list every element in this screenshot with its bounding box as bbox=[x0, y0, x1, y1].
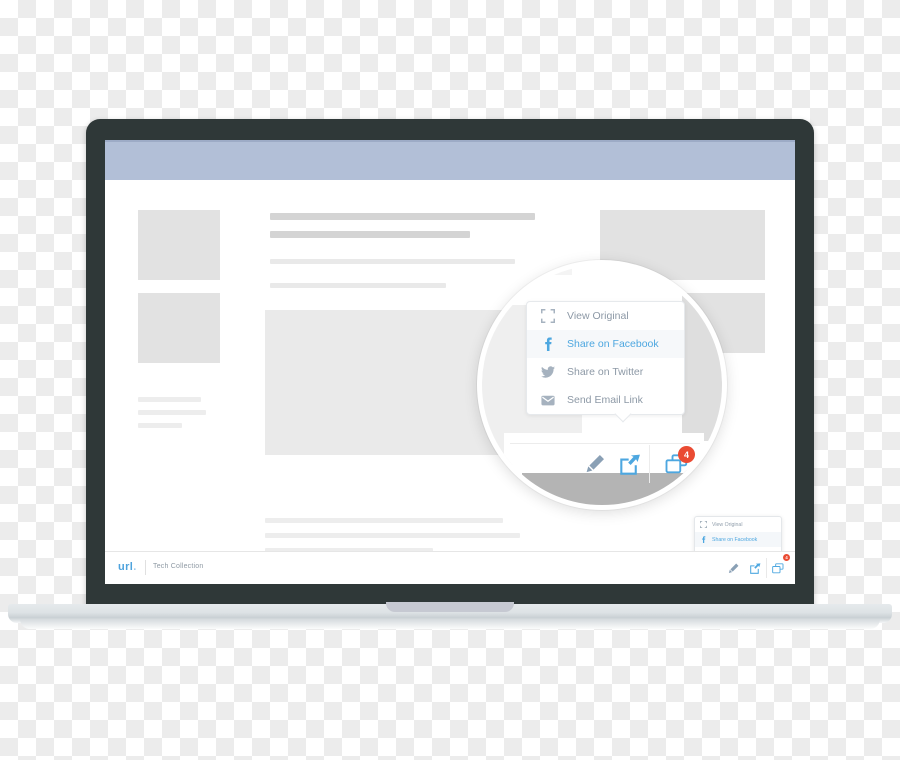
edit-pencil-icon bbox=[586, 455, 604, 473]
title-line-1 bbox=[270, 213, 535, 220]
body-line-2 bbox=[270, 283, 446, 288]
brand-logo-text: url bbox=[118, 561, 134, 573]
caption-line-3 bbox=[138, 423, 182, 428]
menu-item-send-email[interactable]: Send Email Link bbox=[527, 386, 684, 414]
magnified-line-fragment bbox=[482, 265, 572, 275]
laptop-mockup: View Original Share on Facebook Share on… bbox=[0, 100, 900, 645]
envelope-icon bbox=[540, 393, 555, 408]
page-status-bar: url. Tech Collection 4 bbox=[105, 551, 795, 584]
laptop-base-notch bbox=[386, 602, 514, 612]
collection-count-badge: 4 bbox=[678, 446, 695, 463]
footer-line-1 bbox=[265, 518, 503, 523]
share-button[interactable] bbox=[617, 451, 643, 477]
expand-icon bbox=[700, 521, 707, 528]
twitter-icon bbox=[540, 365, 555, 380]
collection-button[interactable]: 4 bbox=[663, 446, 695, 477]
status-bar-tools: 4 bbox=[722, 552, 790, 584]
menu-item-share-facebook[interactable]: Share on Facebook bbox=[527, 330, 684, 358]
laptop-base-front bbox=[20, 619, 880, 629]
menu-item-label: View Original bbox=[567, 310, 629, 322]
share-button[interactable] bbox=[744, 552, 766, 584]
magnifier-zoom-bubble: View Original Share on Facebook Share on… bbox=[477, 260, 727, 510]
expand-icon bbox=[540, 309, 555, 324]
magnifier-content: View Original Share on Facebook Share on… bbox=[482, 265, 722, 505]
menu-item-label: Send Email Link bbox=[567, 394, 643, 406]
menu-item-label: View Original bbox=[712, 521, 743, 528]
share-icon bbox=[619, 454, 640, 475]
menu-item-label: Share on Facebook bbox=[567, 338, 659, 350]
collection-icon bbox=[772, 562, 784, 573]
menu-item-view-original[interactable]: View Original bbox=[695, 517, 781, 532]
collection-button[interactable]: 4 bbox=[767, 552, 790, 584]
magnified-toolbar: 4 bbox=[510, 443, 700, 483]
toolbar-separator bbox=[649, 445, 650, 483]
share-menu-magnified[interactable]: View Original Share on Facebook Share on… bbox=[526, 301, 685, 423]
caption-line-2 bbox=[138, 410, 206, 415]
facebook-icon bbox=[540, 337, 555, 352]
edit-button[interactable] bbox=[582, 451, 608, 477]
menu-item-share-facebook[interactable]: Share on Facebook bbox=[695, 532, 781, 547]
menu-item-label: Share on Facebook bbox=[712, 536, 758, 543]
body-line-1 bbox=[270, 259, 515, 264]
footer-line-2 bbox=[265, 533, 520, 538]
toolbar-top-rule bbox=[510, 443, 700, 444]
title-line-2 bbox=[270, 231, 470, 238]
collection-count-badge: 4 bbox=[783, 554, 790, 561]
edit-pencil-icon bbox=[728, 563, 738, 573]
menu-item-label: Share on Twitter bbox=[567, 366, 644, 378]
collection-name: Tech Collection bbox=[153, 563, 204, 570]
thumbnail-placeholder-2 bbox=[138, 293, 220, 363]
share-icon bbox=[749, 562, 760, 574]
menu-item-share-twitter[interactable]: Share on Twitter bbox=[527, 358, 684, 386]
facebook-icon bbox=[700, 536, 707, 543]
logo-divider bbox=[145, 560, 146, 575]
caption-line-1 bbox=[138, 397, 201, 402]
page-header-edge bbox=[105, 140, 795, 142]
magnified-sidebar-fragment bbox=[682, 291, 722, 441]
brand-logo[interactable]: url. bbox=[118, 561, 137, 573]
page-header-bar bbox=[105, 140, 795, 180]
brand-logo-dot: . bbox=[133, 561, 137, 573]
menu-item-view-original[interactable]: View Original bbox=[527, 302, 684, 330]
thumbnail-placeholder-1 bbox=[138, 210, 220, 280]
edit-button[interactable] bbox=[722, 552, 744, 584]
